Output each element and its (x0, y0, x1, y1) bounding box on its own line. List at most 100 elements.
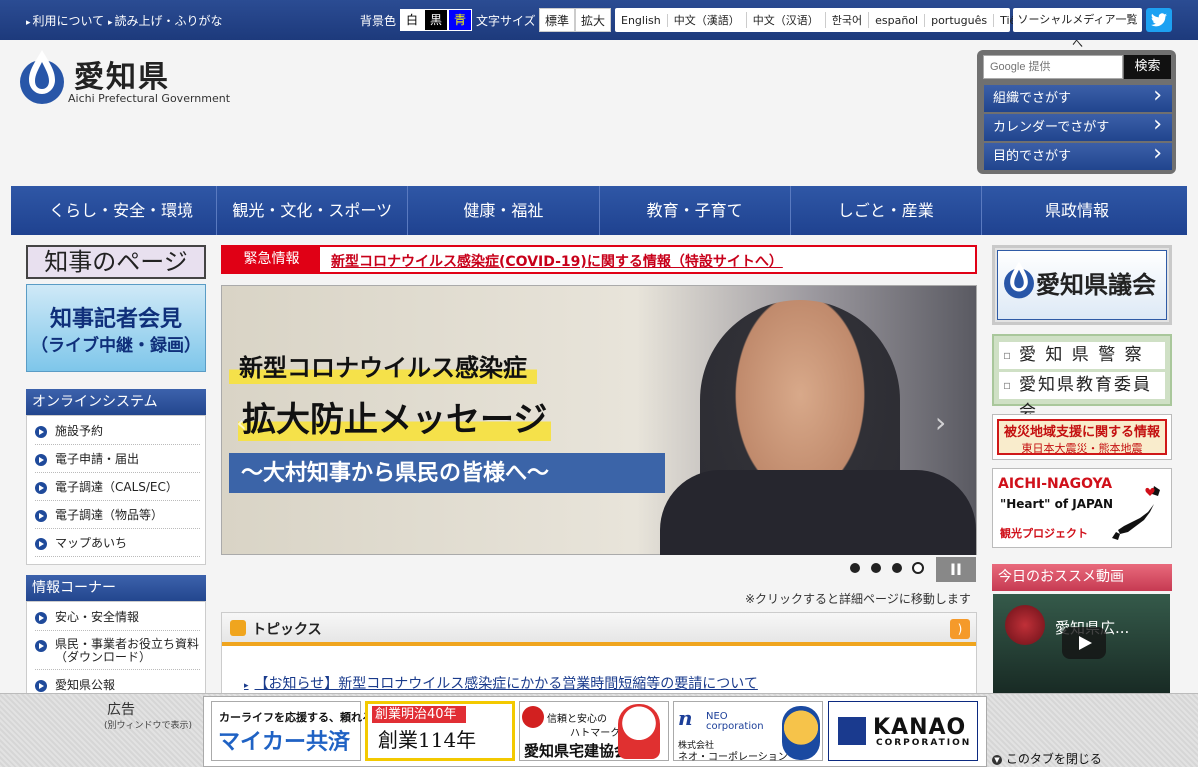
board-of-education-link[interactable]: 愛知県教育委員会 (999, 372, 1165, 422)
slide-headline-3: ～大村知事から県民の皆様へ～ (229, 453, 665, 493)
disaster-support-title: 被災地域支援に関する情報 (1003, 425, 1160, 440)
search-by-organization-button[interactable]: 組織でさがす (984, 82, 1172, 112)
lang-chinese-simplified[interactable]: 中文（汉语） (747, 12, 826, 28)
ad-founded-title: 創業114年 (378, 728, 477, 752)
sidebar-item-downloads[interactable]: 県民・事業者お役立ち資料（ダウンロード） (35, 632, 200, 670)
recommended-video-heading: 今日のおススメ動画 (992, 564, 1172, 591)
search-by-purpose-button[interactable]: 目的でさがす (984, 140, 1172, 170)
hato-mark-icon (522, 706, 544, 728)
nav-living[interactable]: くらし・安全・環境 (26, 186, 218, 235)
topics-title: トピックス (252, 622, 322, 638)
press-conference-title: 知事記者会見 (49, 307, 182, 332)
search-button[interactable]: 検索 (1124, 55, 1171, 79)
emergency-link[interactable]: 新型コロナウイルス感染症(COVID-19)に関する情報（特設サイトへ） (331, 251, 783, 271)
slide-headline-2: 拡大防止メッセージ (238, 392, 552, 441)
bullet-arrow-icon: ▸ (244, 681, 249, 691)
sidebar-item-e-procurement-goods[interactable]: 電子調達（物品等） (35, 502, 200, 529)
aichi-nagoya-title: AICHI-NAGOYA (998, 476, 1113, 492)
pause-icon[interactable]: II (936, 557, 976, 582)
twitter-icon[interactable] (1146, 8, 1172, 32)
ad-takken-tagline-1: 信頼と安心の (547, 714, 607, 725)
topic-link[interactable]: ▸ 【お知らせ】新型コロナウイルス感染症にかかる営業時間短縮等の要請について (244, 673, 758, 693)
font-size-label: 文字サイズ (476, 14, 536, 28)
lang-english[interactable]: English (615, 13, 668, 27)
ad-mycar-title: マイカー共済 (218, 730, 351, 755)
slide-click-note: ※クリックすると詳細ページに移動します (745, 592, 971, 606)
online-system-heading: オンラインシステム (26, 389, 206, 415)
sidebar-item-e-procurement-cals[interactable]: 電子調達（CALS/EC） (35, 474, 200, 501)
font-large-button[interactable]: 拡大 (575, 8, 611, 32)
nav-health[interactable]: 健康・福祉 (408, 186, 600, 235)
lang-korean[interactable]: 한국어 (826, 12, 870, 28)
topics-header (222, 613, 976, 646)
lang-spanish[interactable]: español (869, 13, 926, 27)
bg-blue-button[interactable]: 青 (448, 9, 472, 31)
slide-prev-arrow-icon[interactable]: ‹ (236, 406, 247, 439)
ad-kanao-sub: CORPORATION (876, 738, 972, 748)
usage-link[interactable]: 利用について (26, 12, 105, 29)
disaster-support-subtitle: 東日本大震災・熊本地震 (1021, 442, 1143, 455)
slide-dot-1[interactable] (850, 563, 860, 573)
neo-logo-icon: n (678, 706, 693, 730)
rss-icon[interactable]: ) (950, 619, 970, 639)
nav-education[interactable]: 教育・子育て (600, 186, 791, 235)
site-logo-subtitle: Aichi Prefectural Government (68, 92, 231, 105)
close-ad-tab-button[interactable]: ▼ このタブを閉じる (992, 750, 1102, 767)
site-logo-text[interactable]: 愛知県 (74, 52, 170, 96)
ad-neo-title: ネオ・コーポレーション (678, 752, 788, 763)
search-by-calendar-button[interactable]: カレンダーでさがす (984, 111, 1172, 141)
main-navigation: くらし・安全・環境 観光・文化・スポーツ 健康・福祉 教育・子育て しごと・産業… (11, 186, 1187, 235)
sidebar-item-facility-booking[interactable]: 施設予約 (35, 418, 200, 445)
topic-link-text: 【お知らせ】新型コロナウイルス感染症にかかる営業時間短縮等の要請について (254, 676, 758, 692)
language-selector: English 中文（漢語） 中文（汉语） 한국어 español portug… (615, 8, 1055, 32)
ad-sublabel: (別ウィンドウで表示) (104, 721, 193, 731)
slide-dot-2[interactable] (871, 563, 881, 573)
governor-page-banner[interactable]: 知事のページ (26, 245, 206, 279)
lang-chinese-traditional[interactable]: 中文（漢語） (668, 12, 747, 28)
police-link[interactable]: 愛 知 県 警 察 (999, 342, 1165, 369)
nav-work[interactable]: しごと・産業 (791, 186, 982, 235)
kanao-logo-icon (838, 717, 866, 745)
read-aloud-link[interactable]: 読み上げ・ふりがな (108, 12, 223, 29)
play-icon[interactable] (1062, 627, 1106, 659)
press-conference-subtitle: （ライブ中継・録画） (31, 336, 201, 356)
aichi-nagoya-tagline: "Heart" of JAPAN (1000, 497, 1114, 511)
close-ad-tab-label: このタブを閉じる (1005, 752, 1102, 766)
slide-dot-4[interactable] (912, 562, 924, 574)
sidebar-item-safety[interactable]: 安心・安全情報 (35, 604, 200, 631)
slide-next-arrow-icon[interactable]: › (935, 406, 946, 439)
info-corner-list: 安心・安全情報 県民・事業者お役立ち資料（ダウンロード） 愛知県公報 (26, 601, 206, 701)
lock-icon (230, 620, 246, 636)
mascot-character-icon (782, 706, 820, 760)
ad-kanao-name: KANAO (873, 715, 967, 740)
japan-map-icon (1112, 486, 1160, 540)
slide-headline-1: 新型コロナウイルス感染症 (229, 352, 537, 384)
ad-founded-tagline: 創業明治40年 (372, 706, 466, 723)
prefecture-emblem-icon (1004, 261, 1034, 299)
ad-takken-title: 愛知県宅建協会 (524, 742, 630, 760)
aichi-nagoya-project: 観光プロジェクト (1000, 527, 1088, 540)
ad-neo-corp: corporation (706, 721, 764, 732)
ad-takken-tagline-2: ハトマーク (570, 728, 621, 739)
bird-mascot-icon (618, 704, 660, 759)
bg-color-label: 背景色 (360, 14, 397, 28)
ad-label: 広告 (107, 702, 135, 718)
nav-government[interactable]: 県政情報 (982, 186, 1172, 235)
sidebar-item-e-application[interactable]: 電子申請・届出 (35, 446, 200, 473)
prefecture-emblem-icon[interactable] (17, 48, 67, 106)
chevron-down-icon: ▼ (992, 754, 1002, 765)
emergency-label: 緊急情報 (223, 247, 320, 272)
font-standard-button[interactable]: 標準 (539, 8, 575, 32)
bg-white-button[interactable]: 白 (400, 9, 424, 31)
press-conference-banner[interactable]: 知事記者会見 （ライブ中継・録画） (26, 284, 206, 372)
info-corner-heading: 情報コーナー (26, 575, 206, 601)
assembly-title: 愛知県議会 (1036, 271, 1156, 299)
bg-black-button[interactable]: 黒 (424, 9, 448, 31)
search-input[interactable] (983, 55, 1123, 79)
nav-tourism[interactable]: 観光・文化・スポーツ (217, 186, 409, 235)
sidebar-item-map-aichi[interactable]: マップあいち (35, 530, 200, 557)
slide-dot-3[interactable] (892, 563, 902, 573)
video-channel-avatar[interactable] (1005, 605, 1045, 645)
social-media-button[interactable]: ソーシャルメディア一覧へ (1013, 8, 1142, 50)
lang-portuguese[interactable]: português (925, 13, 995, 27)
